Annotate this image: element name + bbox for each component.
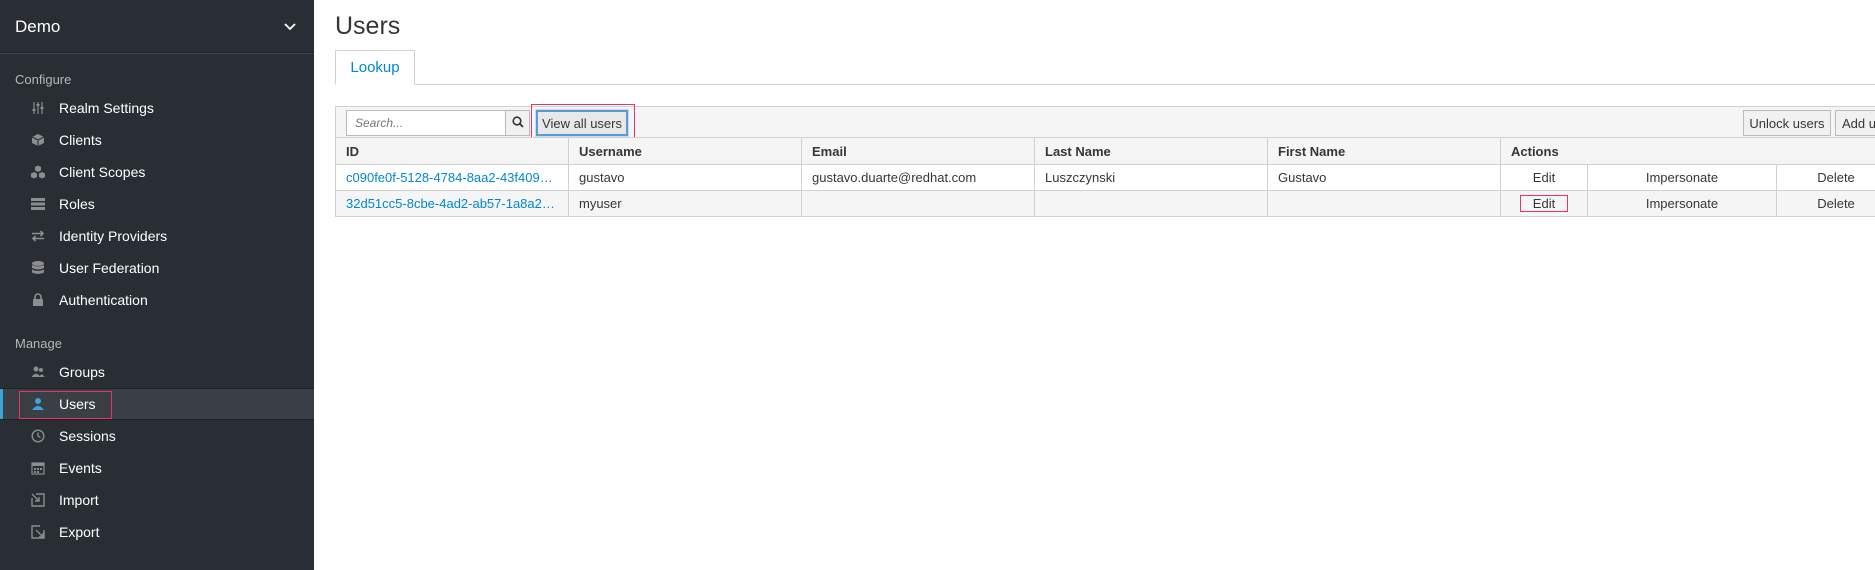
users-icon: [30, 364, 46, 380]
cube-icon: [30, 132, 46, 148]
sidebar-item-label: Client Scopes: [59, 164, 146, 180]
user-icon: [30, 396, 46, 412]
sidebar-item-label: Clients: [59, 132, 102, 148]
column-header-actions: Actions: [1500, 137, 1875, 165]
main-content: Users Lookup View all users Unlock users…: [314, 0, 1875, 570]
sidebar-item-clients[interactable]: Clients: [0, 124, 314, 156]
table-header-row: ID Username Email Last Name First Name A…: [335, 137, 1875, 165]
tab-bar: Lookup: [335, 50, 1875, 85]
column-header-last-name[interactable]: Last Name: [1034, 137, 1268, 165]
last-name-cell: Luszczynski: [1034, 164, 1268, 191]
search-icon: [511, 115, 524, 131]
sidebar-item-label: Identity Providers: [59, 228, 168, 244]
users-table: ID Username Email Last Name First Name A…: [335, 137, 1875, 217]
sidebar-item-client-scopes[interactable]: Client Scopes: [0, 156, 314, 188]
sidebar-item-label: Events: [59, 460, 102, 476]
user-id-link[interactable]: c090fe0f-5128-4784-8aa2-43f40967...: [335, 164, 569, 191]
sidebar-item-label: User Federation: [59, 260, 160, 276]
sidebar-item-authentication[interactable]: Authentication: [0, 284, 314, 316]
cubes-icon: [30, 164, 46, 180]
sidebar-item-roles[interactable]: Roles: [0, 188, 314, 220]
sidebar-item-label: Authentication: [59, 292, 148, 308]
sidebar: Demo Configure Realm Settings Clients Cl…: [0, 0, 314, 570]
last-name-cell: [1034, 190, 1268, 217]
sidebar-item-label: Groups: [59, 364, 105, 380]
realm-name: Demo: [15, 16, 61, 36]
edit-button-cell[interactable]: Edit: [1500, 190, 1588, 217]
exchange-icon: [30, 228, 46, 244]
sidebar-item-label: Roles: [59, 196, 95, 212]
column-header-email[interactable]: Email: [801, 137, 1035, 165]
email-cell: gustavo.duarte@redhat.com: [801, 164, 1035, 191]
username-cell: myuser: [568, 190, 802, 217]
export-icon: [30, 524, 46, 540]
sidebar-item-groups[interactable]: Groups: [0, 356, 314, 388]
impersonate-button[interactable]: Impersonate: [1587, 164, 1777, 191]
lock-icon: [30, 292, 46, 308]
user-id-link[interactable]: 32d51cc5-8cbe-4ad2-ab57-1a8a245...: [335, 190, 569, 217]
sidebar-item-user-federation[interactable]: User Federation: [0, 252, 314, 284]
sidebar-item-export[interactable]: Export: [0, 516, 314, 548]
first-name-cell: Gustavo: [1267, 164, 1501, 191]
sidebar-item-identity-providers[interactable]: Identity Providers: [0, 220, 314, 252]
table-row: 32d51cc5-8cbe-4ad2-ab57-1a8a245... myuse…: [335, 190, 1875, 217]
list-icon: [30, 196, 46, 212]
impersonate-button[interactable]: Impersonate: [1587, 190, 1777, 217]
sidebar-item-label: Realm Settings: [59, 100, 154, 116]
tab-lookup[interactable]: Lookup: [335, 50, 415, 85]
sidebar-item-import[interactable]: Import: [0, 484, 314, 516]
chevron-down-icon: [284, 19, 296, 34]
sidebar-item-events[interactable]: Events: [0, 452, 314, 484]
sidebar-item-realm-settings[interactable]: Realm Settings: [0, 92, 314, 124]
table-row: c090fe0f-5128-4784-8aa2-43f40967... gust…: [335, 164, 1875, 191]
database-icon: [30, 260, 46, 276]
realm-selector[interactable]: Demo: [0, 0, 314, 54]
page-title: Users: [335, 12, 401, 40]
add-user-button[interactable]: Add user: [1835, 110, 1875, 136]
column-header-username[interactable]: Username: [568, 137, 802, 165]
import-icon: [30, 492, 46, 508]
manage-section-label: Manage: [15, 335, 62, 351]
sidebar-item-sessions[interactable]: Sessions: [0, 420, 314, 452]
first-name-cell: [1267, 190, 1501, 217]
column-header-id[interactable]: ID: [335, 137, 569, 165]
search-button[interactable]: [506, 110, 530, 136]
sidebar-item-label: Sessions: [59, 428, 116, 444]
unlock-users-button[interactable]: Unlock users: [1743, 110, 1831, 136]
delete-button[interactable]: Delete: [1776, 190, 1875, 217]
username-cell: gustavo: [568, 164, 802, 191]
table-toolbar: View all users Unlock users Add user: [335, 104, 1875, 140]
edit-button[interactable]: Edit: [1500, 164, 1588, 191]
edit-button[interactable]: Edit: [1519, 195, 1569, 212]
clock-icon: [30, 428, 46, 444]
delete-button[interactable]: Delete: [1776, 164, 1875, 191]
search-input[interactable]: [346, 110, 506, 136]
sidebar-item-label: Users: [59, 396, 96, 412]
email-cell: [801, 190, 1035, 217]
sidebar-item-label: Export: [59, 524, 100, 540]
view-all-users-button[interactable]: View all users: [536, 110, 628, 136]
column-header-first-name[interactable]: First Name: [1267, 137, 1501, 165]
sidebar-item-users[interactable]: Users: [0, 388, 314, 420]
sidebar-item-label: Import: [59, 492, 99, 508]
calendar-icon: [30, 460, 46, 476]
sliders-icon: [30, 100, 46, 116]
configure-section-label: Configure: [15, 71, 72, 87]
